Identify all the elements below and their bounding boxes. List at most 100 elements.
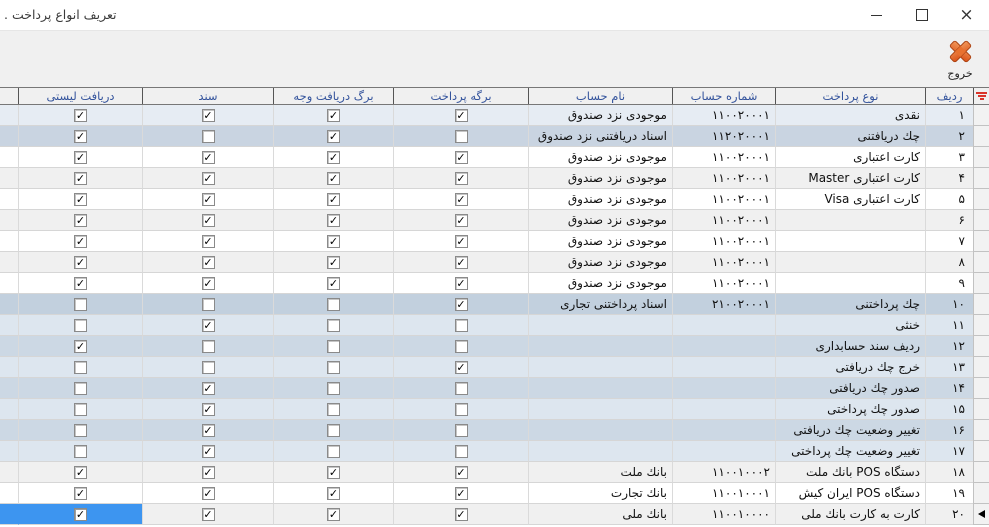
checkbox-list-receipt[interactable]	[74, 445, 87, 458]
cell-list-receipt[interactable]: ✓	[18, 126, 142, 147]
cell-document[interactable]: ✓	[142, 147, 273, 168]
checkbox-payment-slip[interactable]: ✓	[455, 277, 468, 290]
maximize-button[interactable]	[899, 0, 944, 30]
cell-payment-type[interactable]: كارت اعتباری Master	[775, 168, 925, 189]
cell-payment-slip[interactable]	[393, 378, 528, 399]
cell-receipt-slip[interactable]	[273, 420, 393, 441]
checkbox-receipt-slip[interactable]: ✓	[327, 235, 340, 248]
cell-account-number[interactable]	[672, 441, 775, 462]
checkbox-payment-slip[interactable]: ✓	[455, 256, 468, 269]
cell-receipt-slip[interactable]: ✓	[273, 210, 393, 231]
checkbox-document[interactable]: ✓	[202, 319, 215, 332]
cell-payment-slip[interactable]	[393, 420, 528, 441]
cell-receipt-slip[interactable]: ✓	[273, 126, 393, 147]
row-indicator-cell[interactable]	[973, 462, 989, 483]
cell-list-receipt[interactable]: ✓	[18, 483, 142, 504]
checkbox-list-receipt[interactable]: ✓	[74, 277, 87, 290]
cell-account-number[interactable]	[672, 378, 775, 399]
checkbox-document[interactable]: ✓	[202, 508, 215, 521]
row-indicator-cell[interactable]	[973, 357, 989, 378]
checkbox-payment-slip[interactable]: ✓	[455, 109, 468, 122]
checkbox-document[interactable]: ✓	[202, 109, 215, 122]
cell-document[interactable]: ✓	[142, 378, 273, 399]
cell-payment-slip[interactable]: ✓	[393, 462, 528, 483]
cell-account-number[interactable]: ۱۱۰۰۱۰۰۰۱	[672, 483, 775, 504]
cell-payment-slip[interactable]	[393, 315, 528, 336]
close-button[interactable]: ×	[944, 0, 989, 30]
cell-list-receipt[interactable]	[18, 378, 142, 399]
checkbox-list-receipt[interactable]: ✓	[74, 214, 87, 227]
checkbox-payment-slip[interactable]: ✓	[455, 151, 468, 164]
cell-document[interactable]: ✓	[142, 399, 273, 420]
checkbox-receipt-slip[interactable]: ✓	[327, 193, 340, 206]
cell-payment-type[interactable]	[775, 252, 925, 273]
cell-payment-type[interactable]: خرج چك دریافتی	[775, 357, 925, 378]
cell-radif[interactable]: ۱	[925, 105, 973, 126]
checkbox-receipt-slip[interactable]	[327, 445, 340, 458]
cell-account-name[interactable]: موجودی نزد صندوق	[528, 252, 672, 273]
cell-receipt-slip[interactable]: ✓	[273, 483, 393, 504]
cell-document[interactable]: ✓	[142, 168, 273, 189]
cell-payment-slip[interactable]: ✓	[393, 483, 528, 504]
cell-receipt-slip[interactable]	[273, 378, 393, 399]
cell-receipt-slip[interactable]: ✓	[273, 504, 393, 525]
checkbox-list-receipt[interactable]: ✓	[74, 508, 87, 521]
cell-list-receipt[interactable]: ✓	[18, 189, 142, 210]
checkbox-payment-slip[interactable]: ✓	[455, 172, 468, 185]
cell-receipt-slip[interactable]: ✓	[273, 462, 393, 483]
header-payment-slip[interactable]: برگه پرداخت	[393, 88, 528, 104]
checkbox-document[interactable]: ✓	[202, 151, 215, 164]
checkbox-list-receipt[interactable]	[74, 403, 87, 416]
cell-account-name[interactable]: اسناد دریافتنی نزد صندوق	[528, 126, 672, 147]
checkbox-document[interactable]: ✓	[202, 466, 215, 479]
checkbox-receipt-slip[interactable]: ✓	[327, 466, 340, 479]
cell-account-number[interactable]: ۱۱۰۰۲۰۰۰۱	[672, 252, 775, 273]
cell-list-receipt[interactable]: ✓	[18, 462, 142, 483]
checkbox-document[interactable]: ✓	[202, 403, 215, 416]
cell-account-number[interactable]	[672, 336, 775, 357]
cell-payment-type[interactable]: خنثی	[775, 315, 925, 336]
cell-payment-type[interactable]: چك دریافتنی	[775, 126, 925, 147]
cell-list-receipt[interactable]: ✓	[18, 336, 142, 357]
cell-payment-type[interactable]: صدور چك دریافتی	[775, 378, 925, 399]
checkbox-document[interactable]: ✓	[202, 256, 215, 269]
checkbox-payment-slip[interactable]: ✓	[455, 193, 468, 206]
cell-account-name[interactable]: بانك ملت	[528, 462, 672, 483]
cell-document[interactable]	[142, 336, 273, 357]
cell-list-receipt[interactable]	[18, 315, 142, 336]
cell-receipt-slip[interactable]	[273, 336, 393, 357]
cell-list-receipt[interactable]	[18, 420, 142, 441]
cell-payment-type[interactable]	[775, 273, 925, 294]
checkbox-document[interactable]	[202, 340, 215, 353]
cell-document[interactable]: ✓	[142, 483, 273, 504]
checkbox-receipt-slip[interactable]: ✓	[327, 151, 340, 164]
checkbox-payment-slip[interactable]: ✓	[455, 487, 468, 500]
checkbox-document[interactable]: ✓	[202, 193, 215, 206]
row-indicator-cell[interactable]	[973, 189, 989, 210]
cell-payment-slip[interactable]: ✓	[393, 273, 528, 294]
checkbox-document[interactable]	[202, 361, 215, 374]
cell-account-number[interactable]: ۲۱۰۰۲۰۰۰۱	[672, 294, 775, 315]
row-indicator-cell[interactable]	[973, 294, 989, 315]
checkbox-list-receipt[interactable]	[74, 361, 87, 374]
row-indicator-cell[interactable]	[973, 504, 989, 525]
checkbox-payment-slip[interactable]	[455, 130, 468, 143]
cell-radif[interactable]: ۱۲	[925, 336, 973, 357]
cell-document[interactable]: ✓	[142, 315, 273, 336]
checkbox-list-receipt[interactable]	[74, 424, 87, 437]
cell-receipt-slip[interactable]: ✓	[273, 252, 393, 273]
cell-document[interactable]: ✓	[142, 273, 273, 294]
cell-radif[interactable]: ۱۶	[925, 420, 973, 441]
checkbox-document[interactable]: ✓	[202, 214, 215, 227]
cell-account-number[interactable]: ۱۱۰۰۲۰۰۰۱	[672, 168, 775, 189]
cell-list-receipt[interactable]: ✓	[18, 252, 142, 273]
row-indicator-cell[interactable]	[973, 399, 989, 420]
cell-payment-slip[interactable]	[393, 126, 528, 147]
cell-payment-slip[interactable]	[393, 441, 528, 462]
cell-radif[interactable]: ۱۰	[925, 294, 973, 315]
cell-payment-slip[interactable]: ✓	[393, 294, 528, 315]
cell-account-name[interactable]: موجودی نزد صندوق	[528, 105, 672, 126]
checkbox-list-receipt[interactable]: ✓	[74, 466, 87, 479]
cell-payment-slip[interactable]: ✓	[393, 252, 528, 273]
cell-radif[interactable]: ۱۷	[925, 441, 973, 462]
